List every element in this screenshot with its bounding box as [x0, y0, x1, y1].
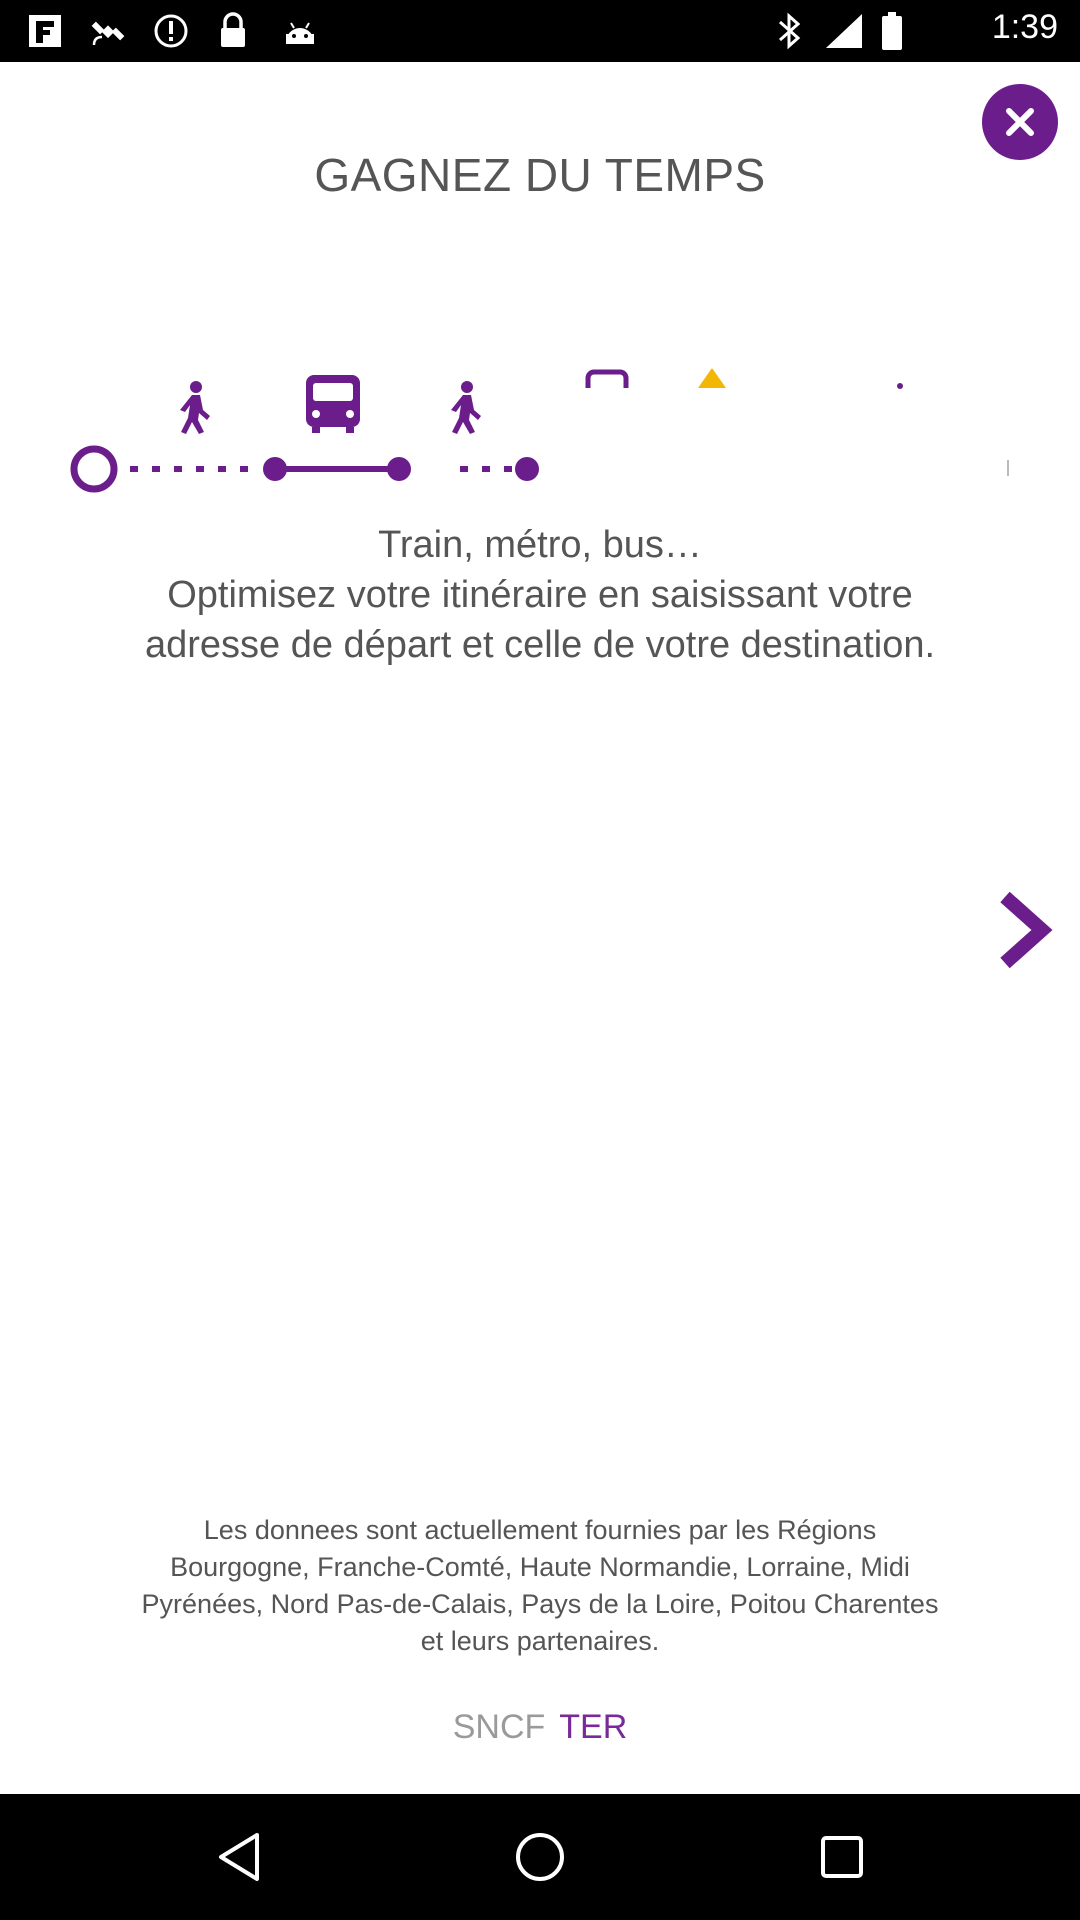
home-button[interactable]	[510, 1827, 570, 1887]
route-segment	[275, 466, 399, 472]
train-icon	[585, 369, 629, 388]
walking-person-icon	[180, 381, 210, 434]
next-button[interactable]	[990, 885, 1060, 975]
fake-app-icon	[26, 12, 64, 50]
description-line: adresse de départ et celle de votre dest…	[144, 624, 936, 666]
back-button[interactable]	[208, 1827, 268, 1887]
battery-icon	[880, 12, 904, 50]
signal-icon	[824, 12, 864, 50]
route-start-node	[70, 445, 118, 493]
bus-icon	[306, 375, 360, 433]
description: Train, métro, bus… Optimisez votre itiné…	[60, 520, 1020, 670]
ter-logo: TER	[559, 1708, 628, 1746]
walking-person-icon	[451, 381, 481, 434]
data-providers-note: Les donnees sont actuellement fournies p…	[70, 1512, 1010, 1660]
sncf-logo: SNCF	[452, 1708, 546, 1746]
page-title: GAGNEZ DU TEMPS	[314, 149, 766, 201]
route-end-marker	[1007, 460, 1009, 476]
alert-icon	[152, 12, 190, 50]
recents-icon	[821, 1836, 863, 1878]
chevron-right-icon	[1000, 891, 1053, 969]
lock-icon	[216, 12, 250, 50]
footer-line: Les donnees sont actuellement fournies p…	[203, 1515, 877, 1545]
warning-icon	[698, 368, 726, 388]
route-illustration	[70, 368, 1009, 493]
satellite-icon	[88, 12, 128, 50]
description-line: Optimisez votre itinéraire en saisissant…	[167, 574, 913, 616]
navigation-bar	[0, 1794, 1080, 1920]
route-node	[387, 457, 411, 481]
footer-line: et leurs partenaires.	[420, 1626, 660, 1656]
bluetooth-icon	[776, 12, 804, 50]
footer-line: Pyrénées, Nord Pas-de-Calais, Pays de la…	[141, 1589, 939, 1619]
android-icon	[280, 12, 320, 50]
destination-marker-icon	[897, 383, 903, 389]
route-node	[515, 457, 539, 481]
status-time: 1:39	[991, 8, 1058, 46]
brand-logos: SNCF TER	[0, 1708, 1080, 1747]
footer-line: Bourgogne, Franche-Comté, Haute Normandi…	[170, 1552, 910, 1582]
back-icon	[219, 1833, 259, 1881]
status-bar: 1:39	[0, 0, 1080, 62]
description-line: Train, métro, bus…	[378, 524, 702, 566]
recents-button[interactable]	[812, 1827, 872, 1887]
close-icon	[1006, 108, 1034, 136]
home-icon	[516, 1833, 564, 1881]
